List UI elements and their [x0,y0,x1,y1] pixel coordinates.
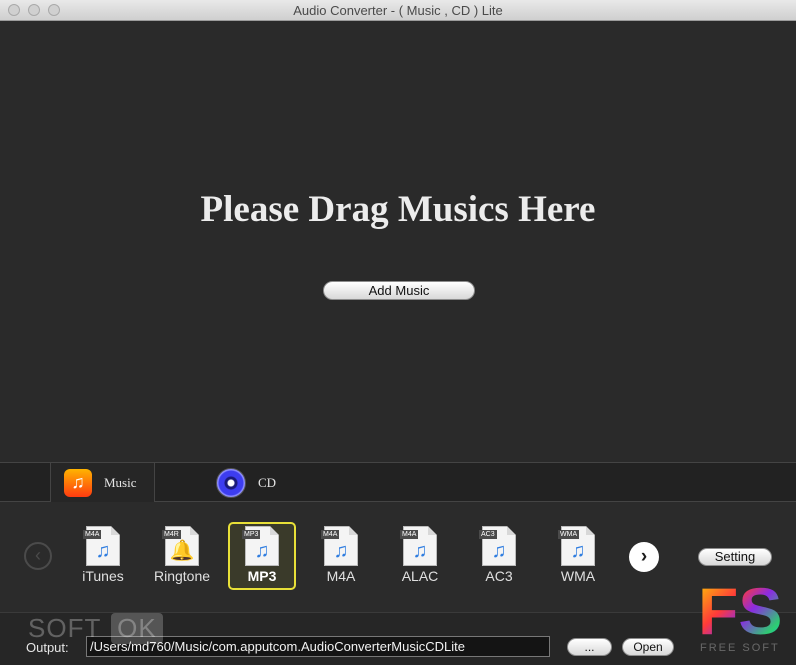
file-icon: M4R 🔔 [162,526,199,566]
format-label: AC3 [485,568,513,584]
format-label: iTunes [82,568,124,584]
format-tag: M4A [83,530,102,539]
cd-disc-icon [216,467,246,498]
watermark-fs-text: FS [698,578,788,644]
file-icon: M4A ♫ [83,526,120,566]
format-label: M4A [326,568,356,584]
format-m4a[interactable]: M4A ♫ M4A [307,522,375,590]
format-label: ALAC [401,568,439,584]
window-title: Audio Converter - ( Music , CD ) Lite [293,3,503,18]
format-alac[interactable]: M4A ♫ ALAC [386,522,454,590]
format-label: Ringtone [153,568,211,584]
format-tag: AC3 [479,530,497,539]
watermark-soft-text: SOFT [28,613,101,643]
format-tag: M4A [400,530,419,539]
setting-button[interactable]: Setting [698,548,772,566]
file-icon: WMA ♫ [558,526,595,566]
music-note-icon: ♫ [570,540,586,562]
open-button[interactable]: Open [622,638,674,656]
title-bar: Audio Converter - ( Music , CD ) Lite [0,0,796,21]
music-note-icon: ♫ [491,540,507,562]
drag-heading: Please Drag Musics Here [200,189,596,230]
music-note-icon: ♫ [64,468,92,497]
format-label: MP3 [247,568,277,584]
music-note-icon: ♫ [333,540,349,562]
format-ac3[interactable]: AC3 ♫ AC3 [465,522,533,590]
drop-zone[interactable]: Please Drag Musics Here Add Music [0,21,796,462]
chevron-right-icon[interactable]: › [629,542,659,572]
file-icon: M4A ♫ [400,526,437,566]
tab-cd[interactable]: CD [216,463,306,502]
format-wma[interactable]: WMA ♫ WMA [544,522,612,590]
music-note-icon: ♫ [412,540,428,562]
music-note-icon: ♫ [95,540,111,562]
file-icon: MP3 ♫ [242,526,279,566]
tab-cd-label: CD [258,474,277,490]
softok-watermark: SOFT OK [28,613,163,644]
format-label: WMA [560,568,596,584]
bell-icon: 🔔 [169,540,195,562]
browse-button[interactable]: ... [567,638,612,656]
format-ringtone[interactable]: M4R 🔔 Ringtone [148,522,216,590]
format-itunes[interactable]: M4A ♫ iTunes [69,522,137,590]
add-music-button[interactable]: Add Music [323,281,475,300]
format-tag: MP3 [242,530,261,539]
freesoft-watermark-logo: FS FREE SOFT [698,578,788,658]
chevron-left-icon[interactable]: ‹ [24,542,52,570]
format-tag: WMA [558,530,580,539]
format-mp3[interactable]: MP3 ♫ MP3 [228,522,296,590]
source-tab-bar: ♫ Music CD [0,462,796,502]
file-icon: AC3 ♫ [479,526,516,566]
tab-music-label: Music [104,474,137,490]
music-note-icon: ♫ [254,540,270,562]
watermark-freesoft-text: FREE SOFT [700,642,780,654]
tab-music[interactable]: ♫ Music [50,463,155,502]
format-tag: M4A [321,530,340,539]
file-icon: M4A ♫ [321,526,358,566]
format-picker: ‹ M4A ♫ iTunes M4R 🔔 Ringtone MP3 ♫ MP3 … [0,502,796,612]
watermark-ok-text: OK [111,613,163,644]
format-tag: M4R [162,530,181,539]
